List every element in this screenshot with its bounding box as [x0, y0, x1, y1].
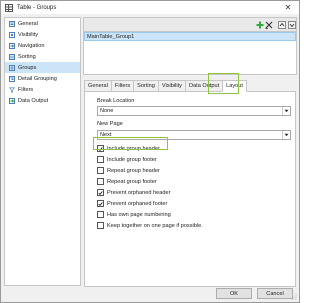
nav-item-label: Filters: [18, 86, 34, 93]
plus-icon: [256, 21, 263, 28]
nav-item-data-output[interactable]: Data Output: [5, 95, 80, 106]
add-group-button[interactable]: [255, 20, 264, 29]
chevron-down-icon[interactable]: [282, 107, 290, 115]
checkbox-unchecked-icon[interactable]: [97, 178, 104, 185]
checkbox-unchecked-icon[interactable]: [97, 211, 104, 218]
has-own-page-numbering-checkbox[interactable]: Has own page numbering: [97, 210, 171, 219]
nav-item-label: Visibility: [18, 31, 39, 38]
arrow-down-icon: [287, 20, 296, 29]
break-location-select[interactable]: None: [97, 106, 291, 116]
checkbox-label: Has own page numbering: [107, 211, 171, 218]
delete-icon: [265, 21, 272, 29]
move-up-button[interactable]: [277, 20, 286, 29]
chevron-down-icon[interactable]: [282, 131, 290, 139]
nav-item-label: Sorting: [18, 53, 36, 60]
dialog-window: Table - Groups ✕ General Visibility Navi…: [0, 0, 300, 303]
general-icon: [9, 20, 15, 27]
group-list-item[interactable]: MainTable_Group1: [84, 32, 296, 41]
checkbox-unchecked-icon[interactable]: [97, 156, 104, 163]
nav-item-label: Data Output: [18, 97, 49, 104]
nav-item-label: Detail Grouping: [18, 75, 57, 82]
groups-toolbar: [83, 17, 297, 31]
nav-item-general[interactable]: General: [5, 18, 80, 29]
delete-group-button[interactable]: [264, 20, 273, 29]
checkbox-checked-icon[interactable]: [97, 145, 104, 152]
break-location-value: None: [100, 108, 114, 114]
cancel-button[interactable]: Cancel: [257, 288, 293, 299]
close-button[interactable]: ✕: [282, 2, 294, 13]
checkbox-unchecked-icon[interactable]: [97, 167, 104, 174]
groups-icon: [9, 64, 15, 71]
checkbox-checked-icon[interactable]: [97, 189, 104, 196]
repeat-group-header-checkbox[interactable]: Repeat group header: [97, 166, 160, 175]
checkbox-label: Include group header: [107, 145, 160, 152]
checkbox-label: Repeat group footer: [107, 178, 157, 185]
keep-together-checkbox[interactable]: Keep together on one page if possible.: [97, 221, 203, 230]
nav-item-navigation[interactable]: Navigation: [5, 40, 80, 51]
checkbox-unchecked-icon[interactable]: [97, 222, 104, 229]
tab-layout[interactable]: Layout: [222, 80, 247, 92]
checkbox-checked-icon[interactable]: [97, 200, 104, 207]
title-bar: Table - Groups ✕: [1, 1, 299, 14]
detail-grouping-icon: [9, 75, 15, 82]
visibility-icon: [9, 31, 15, 38]
arrow-up-icon: [277, 20, 286, 29]
checkbox-label: Keep together on one page if possible.: [107, 222, 203, 229]
move-down-button[interactable]: [287, 20, 296, 29]
layout-tab-panel: Break Location None New Page Next Includ…: [84, 91, 296, 287]
prevent-orphaned-header-checkbox[interactable]: Prevent orphaned header: [97, 188, 170, 197]
ok-button[interactable]: OK: [216, 288, 252, 299]
break-location-label: Break Location: [97, 98, 135, 104]
nav-item-groups[interactable]: Groups: [5, 62, 80, 73]
table-app-icon: [5, 3, 13, 12]
nav-item-label: Groups: [18, 64, 37, 71]
filters-icon: [9, 87, 15, 93]
groups-list: MainTable_Group1: [83, 31, 297, 75]
nav-panel: General Visibility Navigation Sorting Gr…: [4, 17, 81, 286]
content-panel: MainTable_Group1 General Filters Sorting…: [83, 17, 297, 287]
window-title: Table - Groups: [17, 4, 57, 11]
sorting-icon: [9, 53, 15, 60]
nav-item-detail-grouping[interactable]: Detail Grouping: [5, 73, 80, 84]
nav-item-filters[interactable]: Filters: [5, 84, 80, 95]
resize-grip-icon[interactable]: [291, 294, 297, 300]
checkbox-label: Prevent orphaned header: [107, 189, 171, 196]
new-page-label: New Page: [97, 121, 123, 127]
new-page-value: Next: [100, 132, 112, 138]
nav-item-sorting[interactable]: Sorting: [5, 51, 80, 62]
new-page-select[interactable]: Next: [97, 130, 291, 140]
checkbox-label: Include group footer: [107, 156, 157, 163]
include-group-footer-checkbox[interactable]: Include group footer: [97, 155, 157, 164]
nav-item-visibility[interactable]: Visibility: [5, 29, 80, 40]
checkbox-label: Repeat group header: [107, 167, 160, 174]
checkbox-label: Prevent orphaned footer: [107, 200, 168, 207]
nav-item-label: General: [18, 20, 38, 27]
navigation-icon: [9, 42, 15, 49]
include-group-header-checkbox[interactable]: Include group header: [97, 144, 160, 153]
data-output-icon: [9, 97, 15, 104]
nav-item-label: Navigation: [18, 42, 45, 49]
repeat-group-footer-checkbox[interactable]: Repeat group footer: [97, 177, 157, 186]
prevent-orphaned-footer-checkbox[interactable]: Prevent orphaned footer: [97, 199, 167, 208]
